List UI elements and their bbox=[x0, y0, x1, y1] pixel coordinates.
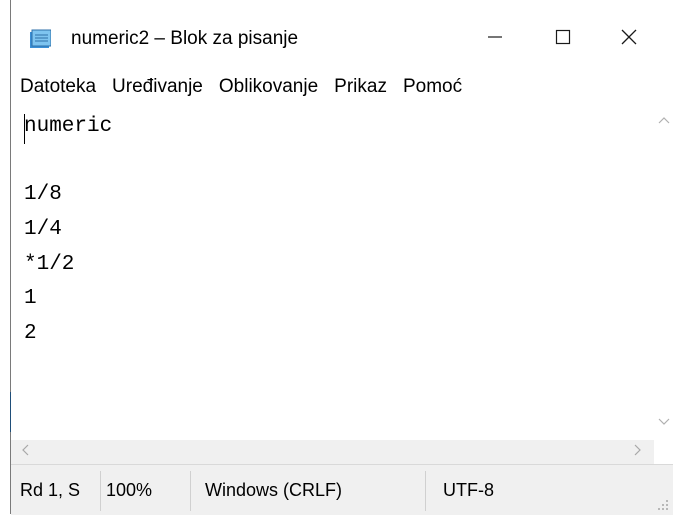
minimize-icon bbox=[487, 29, 503, 50]
chevron-up-icon bbox=[658, 111, 670, 129]
menu-bar: Datoteka Uređivanje Oblikovanje Prikaz P… bbox=[11, 72, 472, 102]
status-divider bbox=[190, 471, 191, 511]
maximize-button[interactable] bbox=[541, 20, 585, 58]
notepad-window: numeric2 – Blok za pisanje Datoteka Uređ… bbox=[0, 0, 673, 515]
menu-item-view[interactable]: Prikaz bbox=[328, 72, 393, 102]
scroll-up-button[interactable] bbox=[654, 110, 673, 130]
text-editor[interactable]: numeric 1/8 1/4 *1/2 1 2 bbox=[11, 106, 654, 440]
text-line: 1/4 bbox=[24, 218, 62, 241]
status-position: Rd 1, S bbox=[20, 479, 81, 500]
text-line: 2 bbox=[24, 322, 37, 345]
scrollbar-corner bbox=[654, 440, 673, 464]
text-line: 1/8 bbox=[24, 183, 62, 206]
vertical-scrollbar[interactable] bbox=[654, 106, 673, 440]
text-line: numeric bbox=[24, 115, 113, 138]
title-bar[interactable]: numeric2 – Blok za pisanje bbox=[11, 0, 673, 68]
scroll-right-button[interactable] bbox=[628, 440, 648, 464]
menu-item-format[interactable]: Oblikovanje bbox=[213, 72, 324, 102]
scroll-left-button[interactable] bbox=[15, 440, 35, 464]
maximize-icon bbox=[555, 29, 571, 50]
status-bar: Rd 1, S 100% Windows (CRLF) UTF-8 bbox=[11, 464, 673, 515]
chevron-left-icon bbox=[21, 443, 29, 461]
text-line: 1 bbox=[24, 287, 37, 310]
status-zoom: 100% bbox=[106, 479, 153, 500]
text-line: *1/2 bbox=[24, 253, 75, 276]
menu-item-help[interactable]: Pomoć bbox=[397, 72, 468, 102]
chevron-right-icon bbox=[634, 443, 642, 461]
resize-grip-icon[interactable] bbox=[655, 495, 669, 510]
notepad-icon bbox=[29, 29, 52, 49]
window-title: numeric2 – Blok za pisanje bbox=[71, 28, 299, 49]
status-divider bbox=[100, 471, 101, 511]
menu-item-edit[interactable]: Uređivanje bbox=[106, 72, 209, 102]
status-divider bbox=[425, 471, 426, 511]
minimize-button[interactable] bbox=[473, 20, 517, 58]
close-button[interactable] bbox=[607, 20, 651, 58]
horizontal-scrollbar[interactable] bbox=[11, 440, 654, 464]
scroll-down-button[interactable] bbox=[654, 412, 673, 432]
close-icon bbox=[620, 28, 638, 51]
status-encoding: UTF-8 bbox=[443, 479, 494, 500]
chevron-down-icon bbox=[658, 413, 670, 431]
menu-item-file[interactable]: Datoteka bbox=[11, 72, 102, 102]
status-line-ending: Windows (CRLF) bbox=[205, 479, 343, 500]
